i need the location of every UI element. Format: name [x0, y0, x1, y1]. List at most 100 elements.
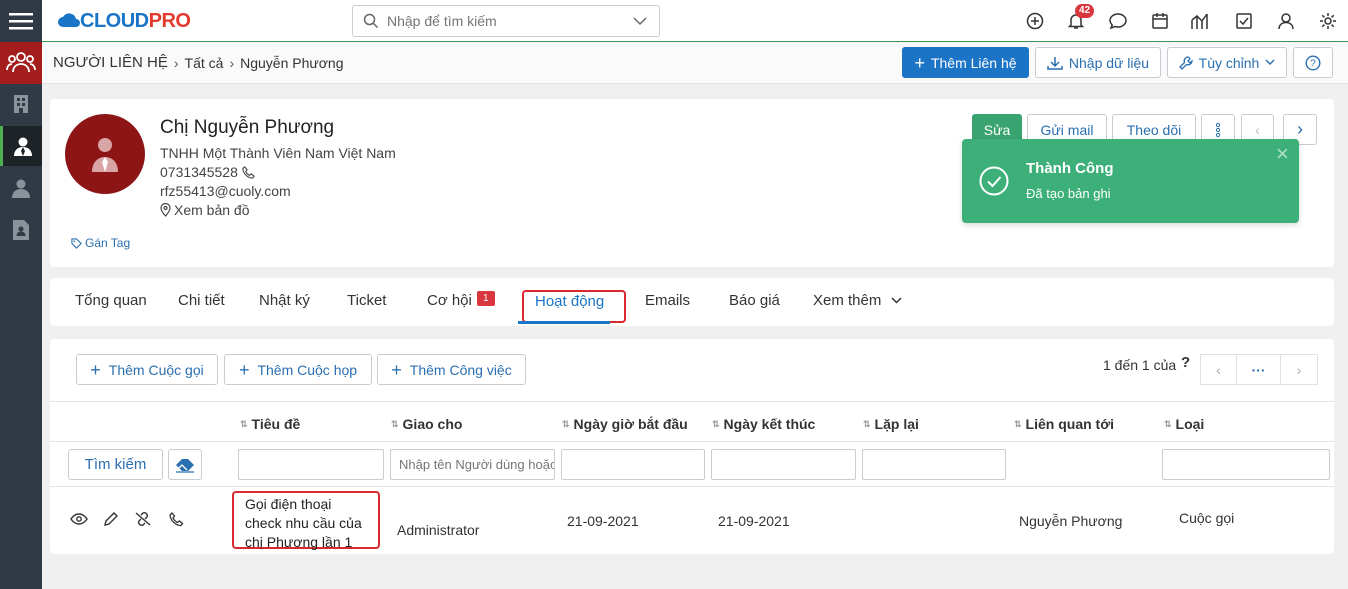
add-circle-icon[interactable]: [1025, 11, 1045, 31]
customize-button[interactable]: Tùy chỉnh: [1167, 47, 1287, 78]
add-tag-link[interactable]: Gán Tag: [71, 236, 130, 250]
report-chart-icon[interactable]: [1191, 11, 1211, 31]
view-eye-icon[interactable]: [70, 510, 88, 528]
map-pin-icon: [160, 203, 171, 217]
settings-gear-icon[interactable]: [1318, 11, 1338, 31]
column-header-title[interactable]: ⇅ Tiêu đề: [240, 416, 300, 432]
activities-panel: + Thêm Cuộc gọi + Thêm Cuộc họp + Thêm C…: [50, 339, 1334, 554]
chevron-right-icon: ›: [1297, 119, 1303, 139]
divider: [50, 401, 1334, 402]
vertical-dots-icon: [1215, 122, 1221, 137]
pagination-help[interactable]: ?: [1181, 354, 1190, 371]
chat-icon[interactable]: [1108, 11, 1128, 31]
sidebar-user-icon[interactable]: [0, 168, 42, 208]
left-sidebar: [0, 0, 42, 589]
breadcrumb-all[interactable]: Tất cả: [185, 55, 224, 71]
sidebar-document-icon[interactable]: [0, 210, 42, 250]
add-contact-button[interactable]: + Thêm Liên hệ: [902, 47, 1029, 78]
tab-activities[interactable]: Hoạt động: [535, 293, 604, 310]
tab-opportunity[interactable]: Cơ hội: [427, 292, 472, 309]
contact-email[interactable]: rfz55413@cuoly.com: [160, 183, 291, 199]
wrench-icon: [1178, 55, 1193, 70]
chevron-down-icon[interactable]: [633, 16, 647, 26]
clear-filter-button[interactable]: [168, 449, 202, 480]
add-call-button[interactable]: + Thêm Cuộc gọi: [76, 354, 218, 385]
breadcrumb-module[interactable]: NGƯỜI LIÊN HỆ: [53, 54, 168, 71]
chevron-left-icon: ‹: [1216, 361, 1221, 378]
sort-icon: ⇅: [240, 418, 248, 429]
record-tabs: Tổng quan Chi tiết Nhật ký Ticket Cơ hội…: [50, 278, 1334, 326]
tab-history[interactable]: Nhật ký: [259, 292, 310, 309]
notification-count-badge: 42: [1075, 4, 1095, 18]
next-page-button[interactable]: ›: [1280, 354, 1318, 385]
sidebar-organization-icon[interactable]: [0, 84, 42, 124]
help-icon: ?: [1305, 54, 1321, 71]
sort-icon: ⇅: [1014, 418, 1022, 429]
tab-quotes[interactable]: Báo giá: [729, 292, 780, 309]
cloudpro-logo[interactable]: CLOUDPRO: [58, 8, 191, 34]
divider: [50, 486, 1334, 487]
activity-start-date: 21-09-2021: [567, 513, 639, 529]
tab-more[interactable]: Xem thêm: [813, 292, 902, 309]
divider: [50, 441, 1334, 442]
chevron-right-icon: ›: [173, 54, 179, 71]
column-header-repeat[interactable]: ⇅ Lặp lại: [863, 416, 919, 432]
activity-title-cell[interactable]: Gọi điện thoại check nhu cầu của chị Phư…: [232, 491, 380, 550]
contact-company: TNHH Một Thành Viên Nam Việt Nam: [160, 145, 396, 161]
search-button[interactable]: Tìm kiếm: [68, 449, 163, 480]
phone-call-icon[interactable]: [167, 510, 185, 528]
column-header-end[interactable]: ⇅ Ngày kết thúc: [712, 416, 815, 432]
filter-end-input[interactable]: [711, 449, 856, 480]
contact-phone: 0731345528: [160, 164, 238, 180]
help-button[interactable]: ?: [1293, 47, 1333, 78]
phone-icon: [242, 165, 255, 179]
contact-name: Chị Nguyễn Phương: [160, 117, 335, 138]
import-data-button[interactable]: Nhập dữ liệu: [1035, 47, 1161, 78]
edit-pencil-icon[interactable]: [101, 510, 119, 528]
menu-icon[interactable]: [0, 0, 42, 42]
plus-icon: +: [238, 359, 250, 380]
sort-icon: ⇅: [391, 418, 399, 429]
avatar: [65, 114, 145, 194]
global-search[interactable]: [352, 5, 660, 37]
view-map-link[interactable]: Xem bản đồ: [160, 202, 250, 218]
close-icon[interactable]: ×: [1276, 141, 1289, 167]
chevron-right-icon: ›: [1296, 361, 1302, 378]
breadcrumb-current: Nguyễn Phương: [240, 54, 344, 71]
tab-emails[interactable]: Emails: [645, 292, 690, 309]
user-profile-icon[interactable]: [1276, 11, 1296, 31]
sort-icon: ⇅: [712, 418, 720, 429]
calendar-icon[interactable]: [1150, 11, 1170, 31]
filter-repeat-input[interactable]: [862, 449, 1006, 480]
filter-assignee-input[interactable]: [390, 449, 555, 480]
tab-ticket[interactable]: Ticket: [347, 292, 386, 309]
tab-details[interactable]: Chi tiết: [178, 292, 225, 309]
breadcrumb-bar: NGƯỜI LIÊN HỆ › Tất cả › Nguyễn Phương +…: [42, 43, 1348, 84]
filter-title-input[interactable]: [238, 449, 384, 480]
column-header-start[interactable]: ⇅ Ngày giờ bắt đầu: [562, 416, 688, 432]
tab-overview[interactable]: Tổng quan: [75, 292, 147, 309]
add-meeting-button[interactable]: + Thêm Cuộc họp: [224, 354, 372, 385]
previous-page-button[interactable]: ‹: [1200, 354, 1237, 385]
check-circle-icon: [979, 166, 1009, 196]
page-jump-button[interactable]: ···: [1236, 354, 1281, 385]
column-header-type[interactable]: ⇅ Loại: [1164, 416, 1204, 432]
person-silhouette-icon: [92, 138, 118, 172]
task-checkbox-icon[interactable]: [1234, 11, 1254, 31]
activity-related[interactable]: Nguyễn Phương: [1019, 513, 1122, 529]
add-task-button[interactable]: + Thêm Công việc: [377, 354, 526, 385]
column-header-assignee[interactable]: ⇅ Giao cho: [391, 416, 462, 432]
sort-icon: ⇅: [863, 418, 871, 429]
search-input[interactable]: [387, 13, 627, 29]
column-header-related[interactable]: ⇅ Liên quan tới: [1014, 416, 1114, 432]
sidebar-contacts-icon[interactable]: [0, 42, 42, 84]
sort-icon: ⇅: [562, 418, 570, 429]
sidebar-contact-person-icon[interactable]: [0, 126, 42, 166]
contact-phone-row[interactable]: 0731345528: [160, 164, 255, 180]
svg-text:?: ?: [1310, 58, 1316, 69]
opportunity-count-badge: 1: [477, 291, 495, 306]
unlink-icon[interactable]: [134, 510, 152, 528]
breadcrumb: NGƯỜI LIÊN HỆ › Tất cả › Nguyễn Phương: [53, 54, 344, 71]
filter-start-input[interactable]: [561, 449, 705, 480]
filter-type-input[interactable]: [1162, 449, 1330, 480]
